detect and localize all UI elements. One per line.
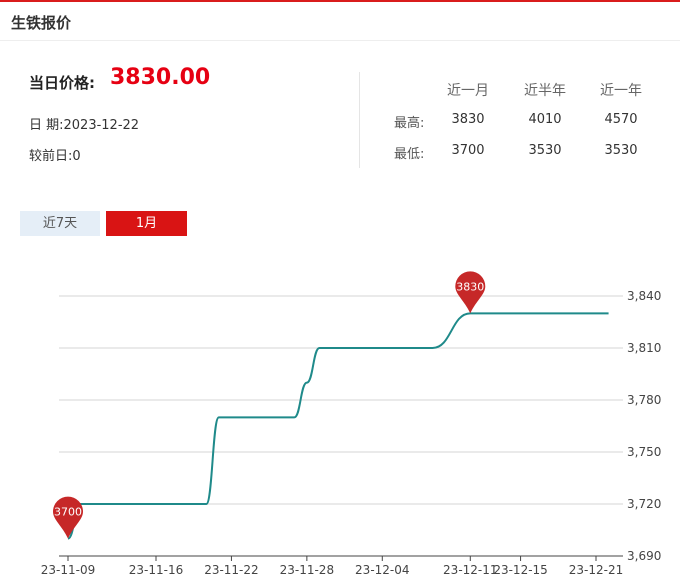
x-tick-label: 23-12-04 [355, 563, 409, 577]
high-row-label: 最高: [394, 116, 425, 131]
tab-1-month[interactable]: 1月 [106, 211, 187, 236]
high-halfyear: 4010 [528, 112, 562, 127]
series-line [67, 312, 609, 540]
panel-title: 生铁报价 [11, 14, 72, 32]
y-tick-label: 3,780 [627, 393, 661, 407]
y-tick-label: 3,810 [627, 341, 661, 355]
col-header-month: 近一月 [447, 83, 489, 99]
tab-7-days[interactable]: 近7天 [20, 211, 100, 236]
high-month: 3830 [451, 112, 485, 127]
prev-day-label: 较前日: [29, 149, 73, 164]
date-value: 2023-12-22 [63, 118, 140, 133]
prev-day-row: 较前日:0 [29, 145, 81, 164]
y-tick-label: 3,720 [627, 497, 661, 511]
date-label: 日 期: [29, 118, 64, 133]
x-tick-label: 23-12-15 [493, 563, 547, 577]
low-year: 3530 [604, 143, 638, 158]
date-row: 日 期:2023-12-22 [29, 114, 139, 133]
price-line-chart: 3,690 3,720 3,750 3,780 3,810 3,840 23-11-09 23… [41, 271, 661, 577]
low-month: 3700 [451, 143, 485, 158]
low-row-label: 最低: [394, 147, 425, 162]
col-header-year: 近一年 [600, 83, 642, 99]
x-tick-label: 23-12-11 [443, 563, 497, 577]
low-halfyear: 3530 [528, 143, 562, 158]
x-tick-label: 23-11-09 [41, 563, 95, 577]
high-year: 4570 [604, 112, 638, 127]
value-pin-label: 3700 [54, 506, 82, 519]
prev-day-value: 0 [72, 149, 81, 164]
x-tick-label: 23-12-21 [569, 563, 623, 577]
y-tick-label: 3,840 [627, 289, 661, 303]
vertical-divider [359, 72, 360, 168]
x-tick-label: 23-11-16 [129, 563, 183, 577]
price-label: 当日价格: [29, 74, 95, 92]
panel-header: 生铁报价 [0, 2, 680, 41]
price-value: 3830.00 [110, 65, 211, 90]
y-tick-label: 3,750 [627, 445, 661, 459]
col-header-halfyear: 近半年 [524, 83, 566, 99]
value-pin-label: 3830 [456, 280, 484, 293]
x-tick-label: 23-11-28 [280, 563, 334, 577]
x-tick-label: 23-11-22 [204, 563, 258, 577]
y-tick-label: 3,690 [627, 549, 661, 563]
